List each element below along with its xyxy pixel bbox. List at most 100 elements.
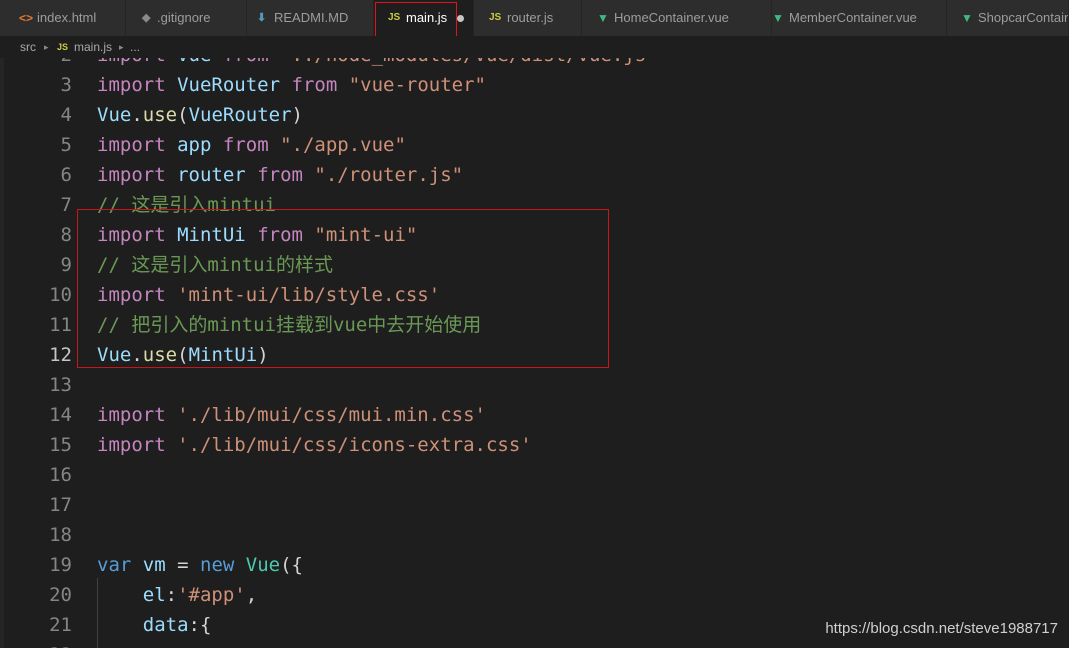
code-line[interactable]: 20 el:'#app', [0,580,1069,610]
code-token: from [222,134,269,156]
line-number: 4 [60,104,72,126]
activity-strip [0,58,4,648]
watermark: https://blog.csdn.net/steve1988717 [825,620,1058,637]
code-token: ( [177,104,189,126]
breadcrumb-ellipsis[interactable]: ... [130,36,140,58]
code-token: '#app' [177,584,246,606]
code-token: :{ [188,614,212,636]
vue-file-icon: ▼ [961,11,973,25]
code-line[interactable]: 22 [0,640,1069,648]
vue-file-icon: ▼ [772,11,784,25]
code-token: import [97,434,166,456]
code-line[interactable]: 13 [0,370,1069,400]
code-token: use [142,104,178,126]
breadcrumb-folder-src[interactable]: src [20,36,36,58]
editor-tab-bar: <> index.html ◆ .gitignore ⬇ READMI.MD J… [0,0,1069,36]
tab-router-js[interactable]: JS router.js [474,0,582,36]
code-text[interactable]: import app from "./app.vue" [97,130,406,160]
js-file-icon: JS [489,12,502,23]
code-line[interactable]: 16 [0,460,1069,490]
code-token: import [97,404,166,426]
tab-label: router.js [507,10,554,25]
breadcrumb: src ▸ JS main.js ▸ ... [0,36,1069,58]
line-number: 20 [49,584,72,606]
code-token: import [97,74,166,96]
code-token: from [257,164,303,186]
tab-shopcarcontainer-vue[interactable]: ▼ ShopcarContain [947,0,1069,36]
code-token: vm [142,554,166,576]
code-text[interactable]: import './lib/mui/css/mui.min.css' [97,400,486,430]
line-number: 7 [60,194,72,216]
tab-index-html[interactable]: <> index.html [0,0,126,36]
code-token: data [142,614,189,636]
line-number: 13 [49,374,72,396]
tab-label: .gitignore [157,10,211,25]
code-text[interactable]: var vm = new Vue({ [97,550,303,580]
code-token: Vue [97,104,132,126]
code-text[interactable]: import router from "./router.js" [97,160,463,190]
code-line[interactable]: 17 [0,490,1069,520]
line-number: 3 [60,74,72,96]
code-line[interactable]: 6 import router from "./router.js" [0,160,1069,190]
line-number: 2 [20,58,72,70]
code-text[interactable]: data:{ [97,610,212,640]
code-token: VueRouter [188,104,292,126]
tab-homecontainer-vue[interactable]: ▼ HomeContainer.vue [582,0,772,36]
code-token: from [223,58,269,66]
line-number: 10 [49,284,72,306]
code-line[interactable]: 18 [0,520,1069,550]
code-line[interactable]: 15 import './lib/mui/css/icons-extra.css' [0,430,1069,460]
chevron-right-icon: ▸ [119,42,124,52]
tab-gitignore[interactable]: ◆ .gitignore [126,0,247,36]
tab-highlight-box [375,2,457,40]
code-token: router [177,164,246,186]
tab-label: HomeContainer.vue [614,10,729,25]
code-token: new [200,554,235,576]
tab-label: MemberContainer.vue [789,10,917,25]
code-token: './lib/mui/css/mui.min.css' [177,404,486,426]
code-line[interactable]: 19 var vm = new Vue({ [0,550,1069,580]
code-line[interactable]: 2 import Vue from "../node_modules/vue/di… [0,58,1069,70]
code-line[interactable]: 4 Vue.use(VueRouter) [0,100,1069,130]
tab-label: index.html [37,10,97,25]
code-token: , [245,584,258,606]
code-token: Vue [177,58,211,66]
code-token: "./app.vue" [280,134,406,156]
code-text[interactable]: import './lib/mui/css/icons-extra.css' [97,430,532,460]
code-token: './lib/mui/css/icons-extra.css' [177,434,532,456]
vue-file-icon: ▼ [597,11,609,25]
line-number: 11 [49,314,72,336]
tab-readmi-md[interactable]: ⬇ READMI.MD [247,0,374,36]
code-text[interactable]: el:'#app', [97,580,257,610]
code-text[interactable]: import VueRouter from "vue-router" [97,70,486,100]
code-highlight-box [77,209,609,368]
code-line[interactable]: 3 import VueRouter from "vue-router" [0,70,1069,100]
code-token: "./router.js" [314,164,464,186]
code-text[interactable]: Vue.use(VueRouter) [97,100,303,130]
unsaved-dot-icon [457,15,464,22]
code-token: var [97,554,132,576]
code-token: Vue [245,554,281,576]
tab-membercontainer-vue[interactable]: ▼ MemberContainer.vue [772,0,947,36]
code-text[interactable]: import Vue from "../node_modules/vue/dis… [97,58,658,70]
code-line[interactable]: 14 import './lib/mui/css/mui.min.css' [0,400,1069,430]
code-token: ) [291,104,303,126]
code-token: ({ [280,554,303,576]
line-number: 19 [49,554,72,576]
code-line[interactable]: 5 import app from "./app.vue" [0,130,1069,160]
line-number: 5 [60,134,72,156]
breadcrumb-file-main-js[interactable]: main.js [74,36,112,58]
